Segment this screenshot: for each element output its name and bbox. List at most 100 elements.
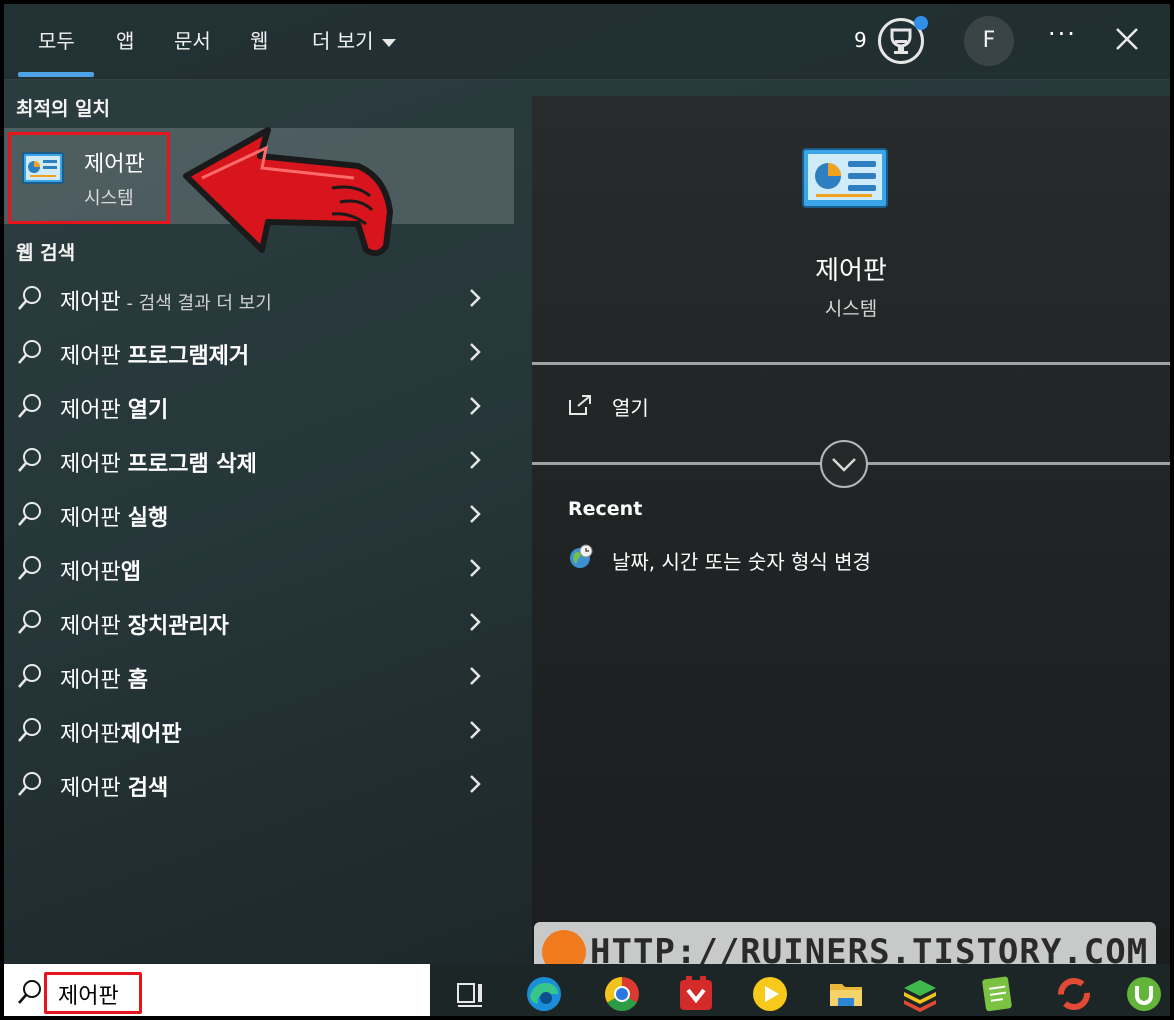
tab-web[interactable]: 웹 [250, 26, 268, 56]
web-search-row-text: 제어판 실행 [60, 500, 168, 532]
web-search-row-text: 제어판 - 검색 결과 더 보기 [60, 284, 272, 316]
recent-item-label: 날짜, 시간 또는 숫자 형식 변경 [612, 550, 871, 574]
results-list: 최적의 일치 제어판 시스템 웹 검색 제어판 - 검색 결과 더 보기 제어판… [4, 80, 514, 960]
search-icon [16, 716, 44, 744]
web-search-row-text: 제어판제어판 [60, 716, 181, 748]
web-search-row[interactable]: 제어판 프로그램제거 [4, 326, 514, 380]
task-view-icon[interactable] [450, 974, 490, 1014]
red-highlight-box [8, 132, 170, 224]
chevron-down-icon [381, 38, 396, 47]
web-search-row[interactable]: 제어판 열기 [4, 380, 514, 434]
more-options-icon[interactable]: ··· [1048, 20, 1077, 48]
close-icon[interactable] [1112, 24, 1142, 54]
rewards-points: 9 [854, 28, 867, 52]
chrome-icon[interactable] [602, 974, 642, 1014]
red-arrow-annotation-icon [182, 126, 396, 260]
active-tab-indicator [18, 72, 94, 77]
search-query-text: 제어판 [60, 560, 121, 585]
chevron-down-icon [832, 458, 856, 472]
notepad-green-icon[interactable] [976, 974, 1016, 1014]
web-search-row[interactable]: 제어판 프로그램 삭제 [4, 434, 514, 488]
app-ring-icon[interactable] [1054, 974, 1094, 1014]
search-icon [16, 554, 44, 582]
search-icon [16, 770, 44, 798]
search-suggestion-text: 홈 [127, 668, 148, 693]
search-suggestion-text: 검색 [127, 776, 169, 801]
search-icon [16, 284, 44, 312]
search-suggestion-text: 제어판 [120, 722, 182, 747]
search-icon [16, 662, 44, 690]
search-query-text: 제어판 [60, 290, 121, 315]
search-suggestion-text: 열기 [127, 398, 169, 423]
search-icon [16, 392, 44, 420]
web-search-row-text: 제어판 프로그램 삭제 [60, 446, 257, 478]
chevron-right-icon [466, 718, 484, 742]
search-query-text: 제어판 [60, 506, 128, 531]
search-query-text: 제어판 [60, 452, 128, 477]
search-icon [16, 500, 44, 528]
control-panel-icon [802, 148, 888, 210]
tab-apps[interactable]: 앱 [116, 26, 134, 56]
search-window: 모두 앱 문서 웹 더 보기 9 F ··· 최적의 일치 제어판 시스템 웹 … [0, 0, 1174, 1020]
chevron-right-icon [466, 664, 484, 688]
search-query-text: 제어판 [60, 614, 128, 639]
globe-clock-icon [568, 544, 594, 570]
web-search-row-text: 제어판 열기 [60, 392, 168, 424]
search-query-text: 제어판 [60, 398, 128, 423]
divider [532, 362, 1170, 365]
avatar[interactable]: F [964, 16, 1014, 66]
web-search-row-text: 제어판 장치관리자 [60, 608, 229, 640]
preview-subtitle: 시스템 [824, 298, 878, 320]
chevron-right-icon [466, 772, 484, 796]
best-match-heading: 최적의 일치 [16, 98, 111, 120]
chevron-right-icon [466, 286, 484, 310]
bluestacks-icon[interactable] [900, 974, 940, 1014]
search-icon [16, 446, 44, 474]
search-suggestion-text: 프로그램제거 [127, 344, 250, 369]
chevron-right-icon [466, 394, 484, 418]
tab-more-label: 더 보기 [312, 29, 374, 53]
search-query-text: 제어판 [60, 776, 128, 801]
preview-panel: 제어판 시스템 열기 Recent 날짜, 시간 또는 숫자 형식 변경 [532, 96, 1170, 976]
web-search-row[interactable]: 제어판 홈 [4, 650, 514, 704]
file-explorer-icon[interactable] [826, 974, 866, 1014]
web-search-row-text: 제어판앱 [60, 554, 141, 586]
app-red-icon[interactable] [676, 974, 716, 1014]
search-query-text: 제어판 [60, 668, 128, 693]
tab-documents[interactable]: 문서 [174, 26, 211, 56]
media-player-icon[interactable] [750, 974, 790, 1014]
search-suggestion-text: 실행 [127, 506, 169, 531]
chevron-right-icon [466, 610, 484, 634]
tab-all[interactable]: 모두 [38, 26, 75, 56]
chevron-right-icon [466, 448, 484, 472]
web-search-row[interactable]: 제어판제어판 [4, 704, 514, 758]
search-query-text: 제어판 [60, 344, 128, 369]
taskbar: 제어판 [4, 964, 1170, 1016]
taskbar-search-box[interactable]: 제어판 [4, 964, 430, 1016]
web-search-row-text: 제어판 검색 [60, 770, 168, 802]
search-suggestion-text: 프로그램 삭제 [127, 452, 257, 477]
web-search-row-text: 제어판 홈 [60, 662, 148, 694]
web-search-row-text: 제어판 프로그램제거 [60, 338, 249, 370]
tab-more[interactable]: 더 보기 [312, 26, 396, 56]
web-search-row[interactable]: 제어판 실행 [4, 488, 514, 542]
search-input[interactable]: 제어판 [58, 978, 119, 1010]
web-search-row[interactable]: 제어판 - 검색 결과 더 보기 [4, 272, 514, 326]
web-search-row[interactable]: 제어판 검색 [4, 758, 514, 812]
search-hint-text: - 검색 결과 더 보기 [120, 293, 272, 314]
utorrent-icon[interactable] [1124, 974, 1164, 1014]
open-external-icon [568, 394, 592, 416]
open-action[interactable]: 열기 [568, 390, 868, 430]
expand-button[interactable] [820, 440, 868, 488]
preview-title: 제어판 [815, 256, 887, 286]
recent-item[interactable]: 날짜, 시간 또는 숫자 형식 변경 [568, 542, 1128, 576]
search-suggestion-text: 앱 [120, 560, 141, 585]
web-search-row[interactable]: 제어판 장치관리자 [4, 596, 514, 650]
chevron-right-icon [466, 502, 484, 526]
web-search-row[interactable]: 제어판앱 [4, 542, 514, 596]
edge-icon[interactable] [524, 974, 564, 1014]
search-icon [16, 978, 44, 1006]
search-icon [16, 338, 44, 366]
search-icon [16, 608, 44, 636]
open-label: 열기 [612, 396, 649, 420]
